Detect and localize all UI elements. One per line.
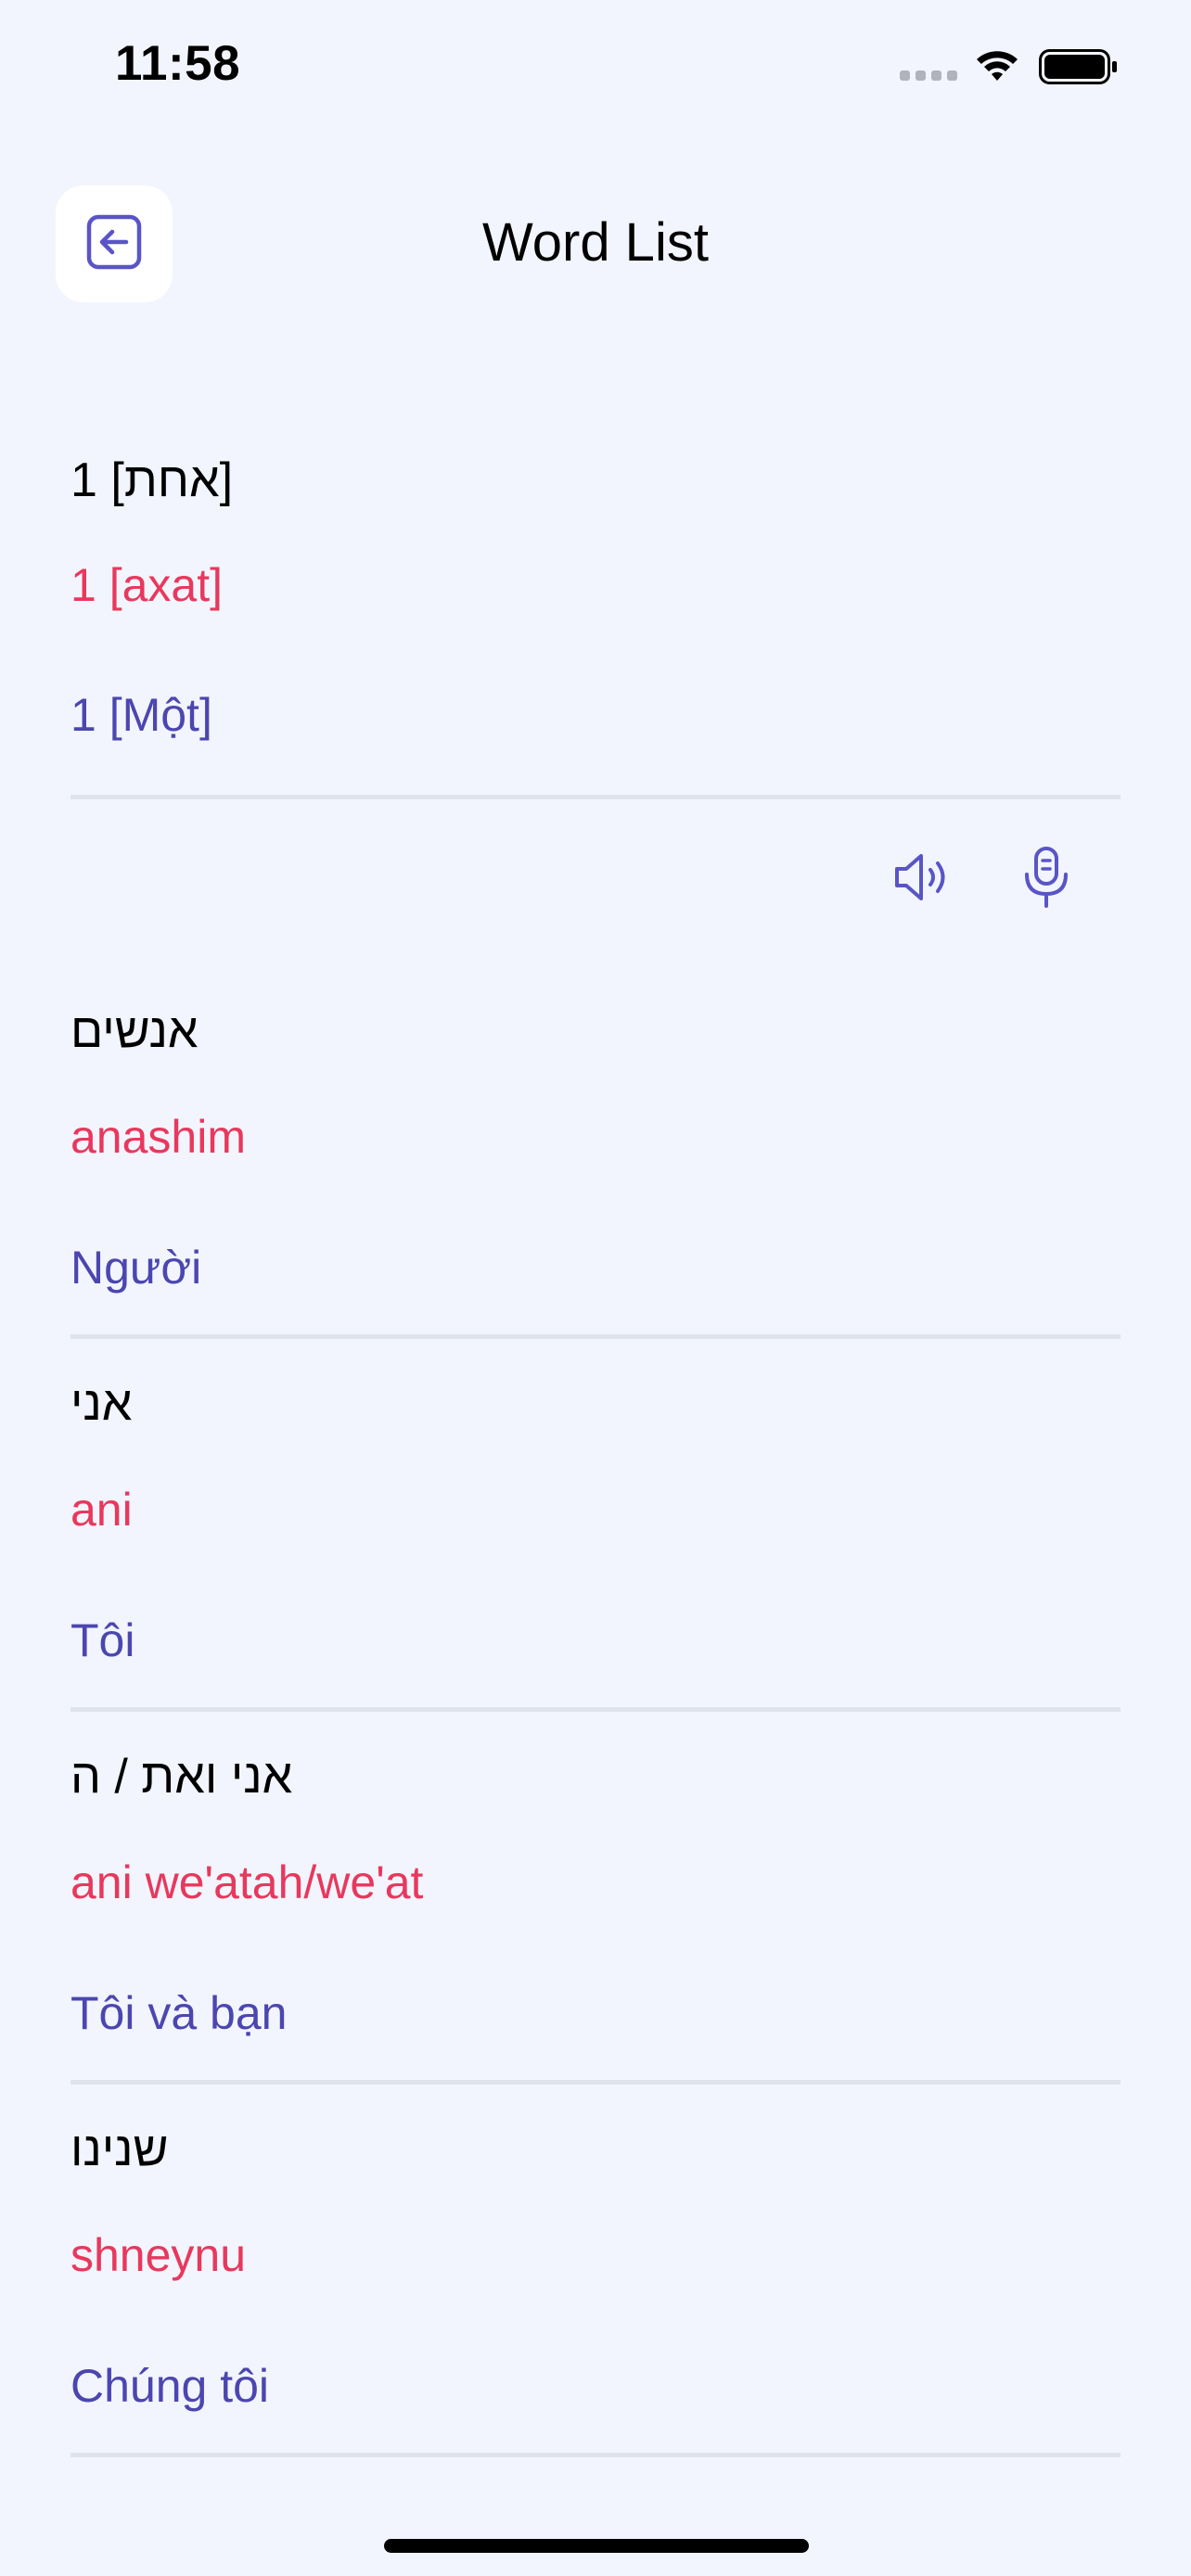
word-original: אני ואת / ה xyxy=(70,1750,293,1804)
word-actions xyxy=(70,799,1121,966)
page-title: Word List xyxy=(482,212,709,273)
word-item[interactable]: שנינו shneynu Chúng tôi xyxy=(70,2085,1121,2457)
word-item[interactable]: אני ani Tôi xyxy=(70,1339,1121,1712)
microphone-button[interactable] xyxy=(1009,842,1083,916)
word-list: 1 [אחת] 1 [axat] 1 [Một] אנשים anashim N… xyxy=(70,401,1121,2457)
word-item[interactable]: אני ואת / ה ani we'atah/we'at Tôi và bạn xyxy=(70,1712,1121,2085)
word-translation: Tôi xyxy=(70,1614,135,1666)
battery-icon xyxy=(1039,48,1119,85)
speaker-icon xyxy=(891,849,956,910)
status-time: 11:58 xyxy=(115,36,241,91)
word-list-screen: 11:58 Word List 1 [אחת] 1 [axat] 1 [Một]… xyxy=(0,0,1191,2576)
speaker-button[interactable] xyxy=(887,842,961,916)
cellular-signal-icon xyxy=(900,70,957,82)
word-transliteration: ani xyxy=(70,1484,133,1536)
home-indicator[interactable] xyxy=(384,2539,809,2553)
word-transliteration: ani we'atah/we'at xyxy=(70,1856,424,1908)
word-transliteration: shneynu xyxy=(70,2229,247,2281)
word-item[interactable]: אנשים anashim Người xyxy=(70,966,1121,1339)
word-original: 1 [אחת] xyxy=(70,453,234,507)
word-original: אני xyxy=(70,1377,133,1431)
wifi-icon xyxy=(974,46,1020,83)
word-item[interactable]: 1 [אחת] 1 [axat] 1 [Một] xyxy=(70,401,1121,799)
status-bar: 11:58 xyxy=(0,0,1191,139)
word-translation: 1 [Một] xyxy=(70,689,212,741)
microphone-icon xyxy=(1018,845,1074,914)
word-transliteration: 1 [axat] xyxy=(70,559,223,611)
word-original: שנינו xyxy=(70,2123,169,2176)
word-translation: Người xyxy=(70,1242,202,1294)
word-transliteration: anashim xyxy=(70,1111,246,1163)
word-translation: Tôi và bạn xyxy=(70,1987,288,2039)
word-translation: Chúng tôi xyxy=(70,2360,270,2412)
word-original: אנשים xyxy=(70,1004,198,1058)
